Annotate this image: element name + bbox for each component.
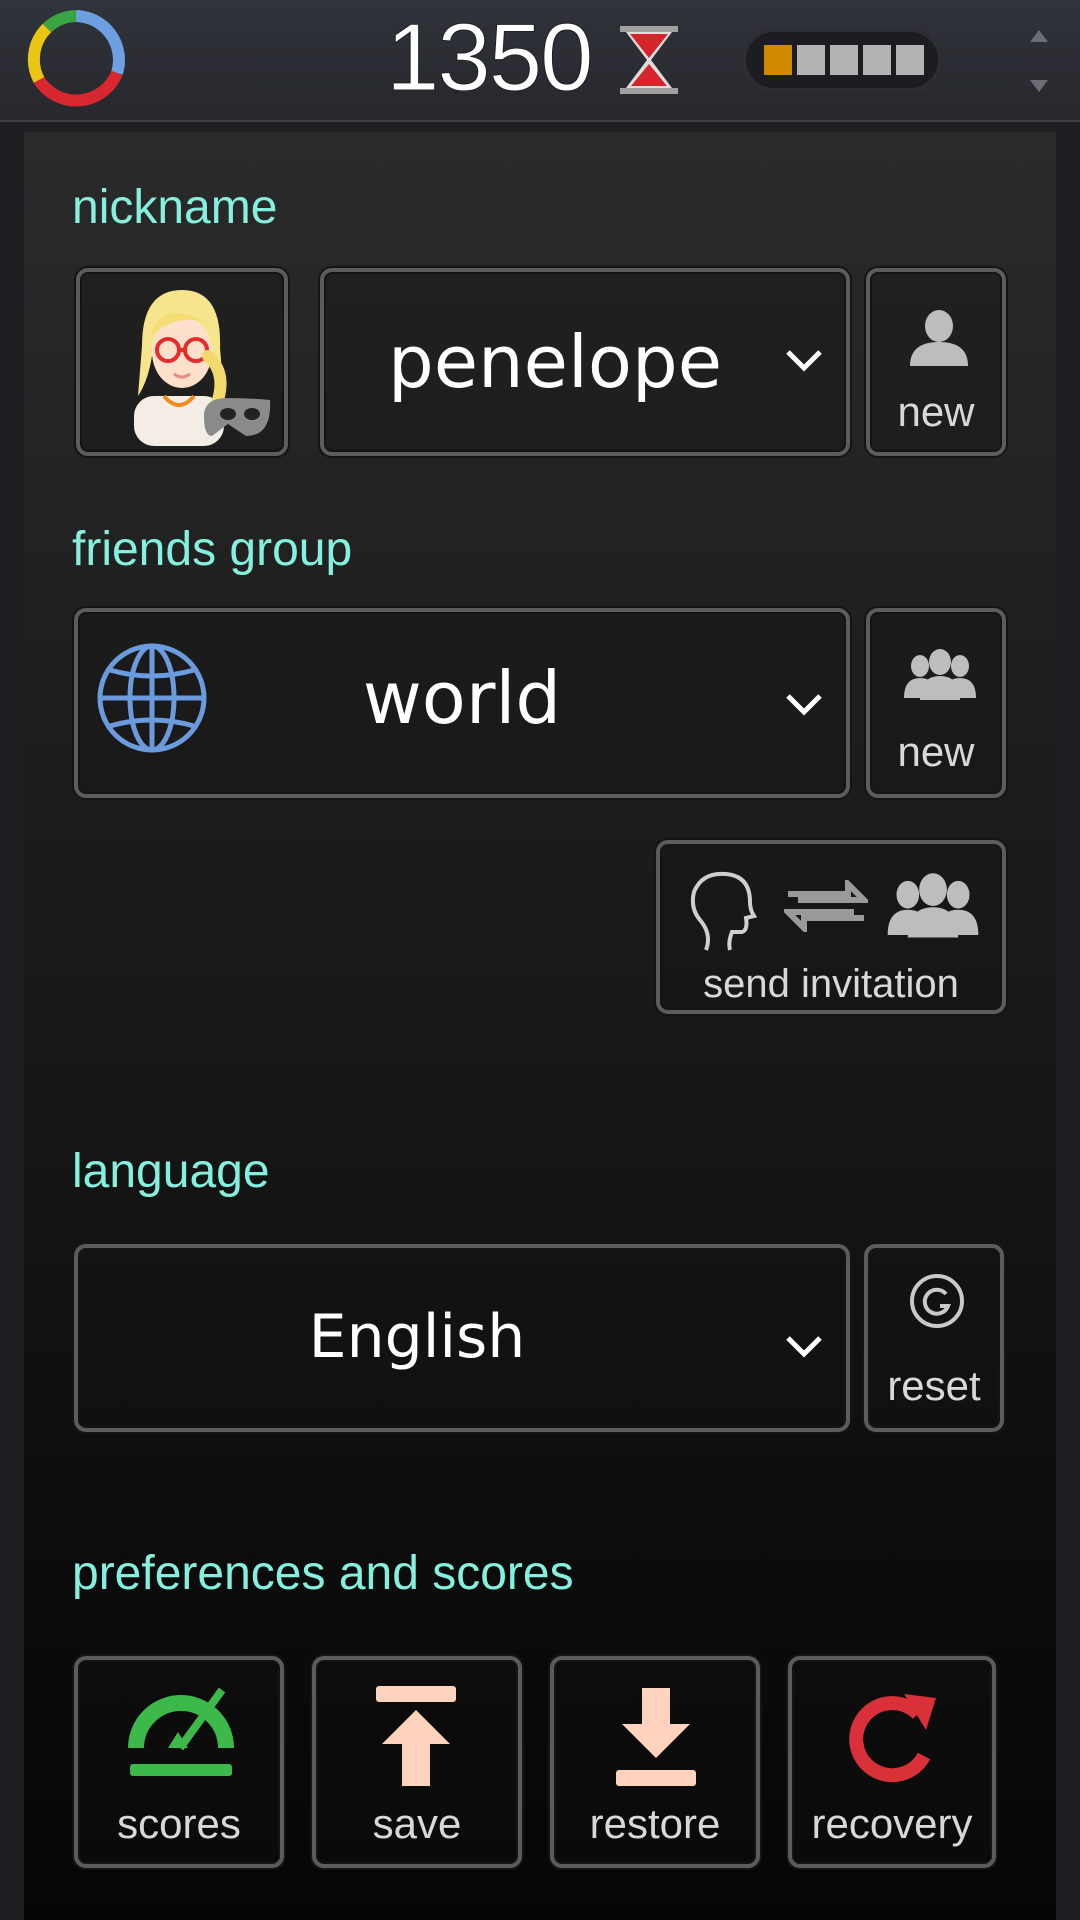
save-button[interactable]: save bbox=[312, 1656, 522, 1868]
reset-icon bbox=[910, 1274, 964, 1328]
chevron-down-icon bbox=[786, 350, 822, 372]
language-title: language bbox=[72, 1145, 270, 1198]
top-bar: 1350 bbox=[0, 0, 1080, 122]
group-icon bbox=[887, 873, 979, 938]
avatar-button[interactable] bbox=[76, 268, 288, 456]
nickname-select[interactable]: penelope bbox=[320, 268, 850, 456]
scores-label: scores bbox=[117, 1800, 241, 1847]
recovery-label: recovery bbox=[811, 1800, 973, 1847]
meter-segment bbox=[764, 45, 792, 75]
recovery-button[interactable]: recovery bbox=[788, 1656, 996, 1868]
nickname-value: penelope bbox=[388, 320, 722, 404]
meter-segment bbox=[830, 45, 858, 75]
meter-segment bbox=[797, 45, 825, 75]
reset-label: reset bbox=[887, 1362, 981, 1409]
avatar bbox=[134, 290, 271, 446]
restore-label: restore bbox=[589, 1800, 721, 1847]
friends-group-select[interactable]: world bbox=[74, 608, 850, 798]
friends-group-title: friends group bbox=[72, 523, 353, 576]
energy-meter bbox=[742, 28, 942, 92]
scores-button[interactable]: scores bbox=[74, 1656, 284, 1868]
restore-button[interactable]: restore bbox=[550, 1656, 760, 1868]
new-group-button[interactable]: new bbox=[866, 608, 1006, 798]
meter-segment bbox=[863, 45, 891, 75]
preferences-title: preferences and scores bbox=[72, 1547, 574, 1600]
chevron-down-icon bbox=[786, 694, 822, 716]
new-nickname-label: new bbox=[897, 388, 975, 435]
refresh-icon bbox=[849, 1694, 936, 1783]
upload-icon bbox=[376, 1686, 456, 1786]
reset-button[interactable]: reset bbox=[864, 1244, 1004, 1432]
language-select[interactable]: English bbox=[74, 1244, 850, 1432]
meter-segment bbox=[896, 45, 924, 75]
send-invitation-label: send invitation bbox=[703, 962, 959, 1006]
person-icon bbox=[910, 310, 968, 366]
friends-group-value: world bbox=[362, 656, 562, 740]
hourglass-icon bbox=[620, 26, 678, 94]
save-label: save bbox=[372, 1800, 462, 1847]
new-nickname-button[interactable]: new bbox=[866, 268, 1006, 456]
scroll-arrows-icon[interactable] bbox=[1028, 26, 1050, 96]
language-value: English bbox=[308, 1302, 526, 1372]
exchange-arrows-icon bbox=[784, 880, 868, 932]
nickname-title: nickname bbox=[72, 181, 278, 234]
head-icon bbox=[690, 871, 758, 951]
speedometer-icon bbox=[128, 1687, 234, 1776]
new-group-label: new bbox=[897, 728, 975, 775]
chevron-down-icon bbox=[786, 1336, 822, 1358]
group-icon bbox=[904, 649, 976, 700]
send-invitation-button[interactable]: send invitation bbox=[656, 840, 1006, 1014]
score-counter: 1350 bbox=[386, 4, 595, 111]
download-icon bbox=[616, 1688, 696, 1786]
app-logo-icon[interactable] bbox=[26, 10, 126, 110]
